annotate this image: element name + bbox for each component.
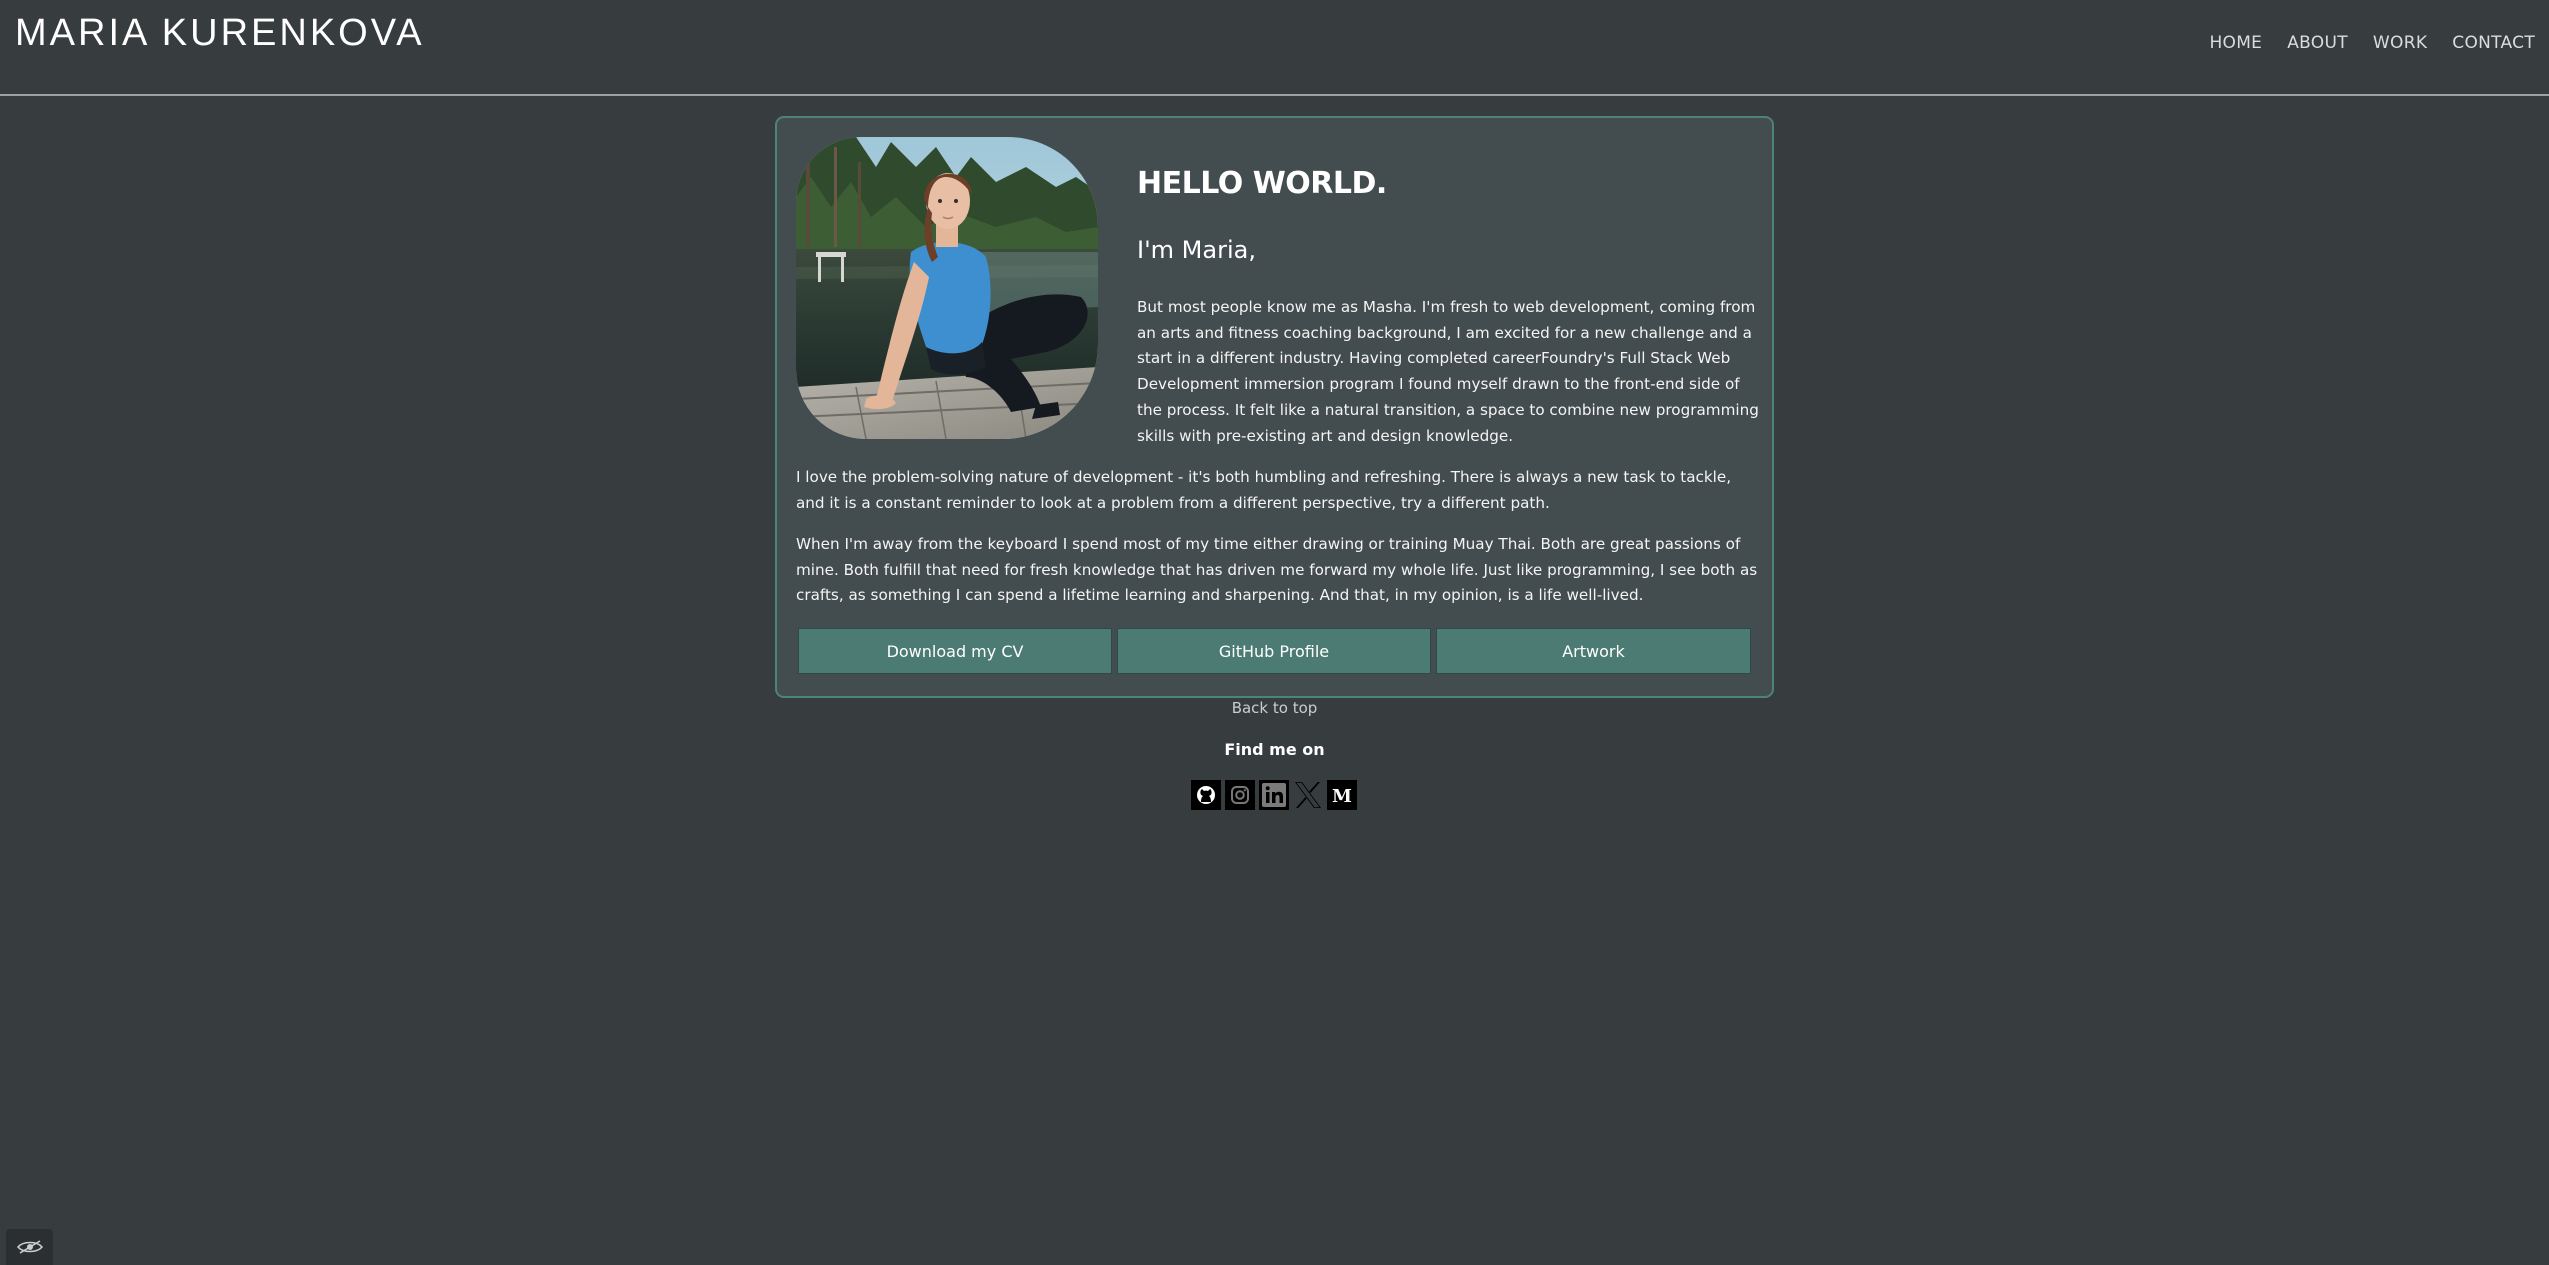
bio-paragraph-1: But most people know me as Masha. I'm fr… xyxy=(1137,298,1759,445)
bio-paragraph-2: I love the problem-solving nature of dev… xyxy=(796,468,1732,512)
nav-about[interactable]: ABOUT xyxy=(2287,33,2348,53)
about-card: HELLO WORLD. I'm Maria, But most people … xyxy=(775,116,1774,698)
main-nav: HOME ABOUT WORK CONTACT xyxy=(2209,33,2535,53)
find-me-heading: Find me on xyxy=(1224,740,1325,759)
nav-work[interactable]: WORK xyxy=(2373,33,2427,53)
accessibility-eye-icon[interactable] xyxy=(6,1229,53,1265)
intro-subheading: I'm Maria, xyxy=(1137,236,1256,264)
back-to-top-link[interactable]: Back to top xyxy=(0,699,2549,717)
social-links: M xyxy=(1191,780,1357,810)
github-icon[interactable] xyxy=(1191,780,1221,810)
x-icon[interactable] xyxy=(1293,780,1323,810)
nav-home[interactable]: HOME xyxy=(2209,33,2262,53)
nav-contact[interactable]: CONTACT xyxy=(2452,33,2535,53)
download-cv-button[interactable]: Download my CV xyxy=(798,628,1112,674)
bio-paragraph-3: When I'm away from the keyboard I spend … xyxy=(796,535,1758,605)
action-buttons: Download my CV GitHub Profile Artwork xyxy=(798,628,1751,674)
site-title[interactable]: MARIA KURENKOVA xyxy=(15,12,425,55)
github-profile-button[interactable]: GitHub Profile xyxy=(1117,628,1431,674)
artwork-button[interactable]: Artwork xyxy=(1436,628,1751,674)
profile-photo xyxy=(796,137,1098,439)
svg-text:M: M xyxy=(1332,786,1352,807)
site-header: MARIA KURENKOVA HOME ABOUT WORK CONTACT xyxy=(0,0,2549,96)
medium-icon[interactable]: M xyxy=(1327,780,1357,810)
hello-heading: HELLO WORLD. xyxy=(1137,166,1387,201)
instagram-icon[interactable] xyxy=(1225,780,1255,810)
linkedin-icon[interactable] xyxy=(1259,780,1289,810)
